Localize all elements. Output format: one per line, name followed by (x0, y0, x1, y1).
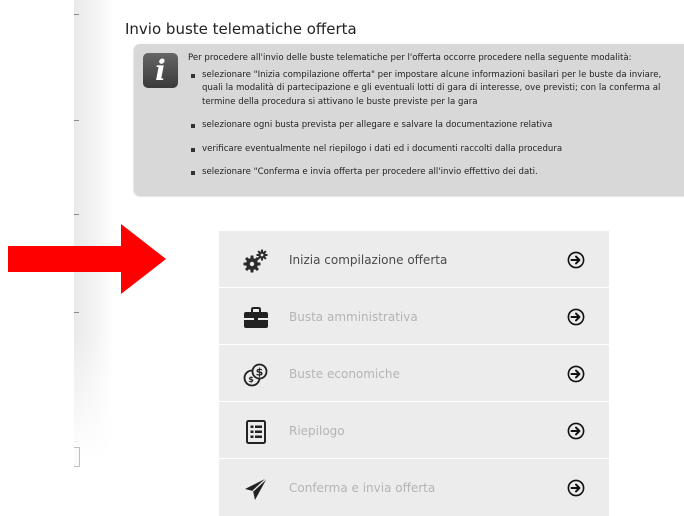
offer-steps-menu: Inizia compilazione offerta Busta ammini… (219, 231, 609, 516)
step-text: selezionare "Conferma e invia offerta pe… (202, 167, 538, 177)
rail-scroll-handle[interactable] (74, 447, 80, 467)
paper-plane-icon (245, 477, 268, 500)
step-text: termine della procedura si attivano le b… (202, 96, 478, 107)
menu-item-inizia-compilazione[interactable]: Inizia compilazione offerta (219, 231, 609, 288)
rail-tick (74, 120, 79, 121)
arrow-right-circle-icon[interactable] (567, 251, 585, 269)
menu-item-riepilogo[interactable]: Riepilogo (219, 402, 609, 459)
menu-item-busta-amministrativa[interactable]: Busta amministrativa (219, 288, 609, 345)
rail-tick (74, 14, 79, 15)
rail-fade (74, 330, 114, 516)
info-icon: i (143, 53, 178, 88)
arrow-right-circle-icon[interactable] (567, 422, 585, 440)
menu-item-label: Inizia compilazione offerta (289, 253, 448, 267)
instructions-text: Per procedere all'invio delle buste tele… (188, 52, 684, 190)
gears-icon (243, 249, 268, 273)
rail-tick (74, 214, 79, 215)
svg-text:$: $ (248, 375, 254, 384)
coins-icon: $ $ (243, 363, 268, 387)
instructions-intro: Per procedere all'invio delle buste tele… (188, 53, 632, 63)
step-text: verificare eventualmente nel riepilogo i… (202, 143, 563, 154)
menu-item-label: Buste economiche (289, 367, 400, 381)
instructions-box: i Per procedere all'invio delle buste te… (134, 44, 684, 195)
briefcase-icon (244, 307, 268, 328)
svg-text:$: $ (256, 366, 264, 379)
instruction-step: verificare eventualmente nel riepilogo i… (188, 143, 684, 157)
instruction-step: selezionare "Conferma e invia offerta pe… (188, 166, 684, 180)
instruction-step: selezionare ogni busta prevista per alle… (188, 119, 684, 133)
menu-item-label: Busta amministrativa (289, 310, 418, 324)
menu-item-label: Conferma e invia offerta (289, 481, 436, 495)
menu-item-label: Riepilogo (289, 424, 345, 438)
step-text: selezionare "Inizia compilazione offerta… (202, 69, 662, 80)
list-document-icon (246, 420, 266, 444)
step-text: quali la modalità di partecipazione e gl… (202, 83, 661, 93)
step-text: selezionare ogni busta prevista per alle… (202, 120, 553, 130)
page-title: Invio buste telematiche offerta (125, 20, 357, 38)
red-pointer-arrow-icon (8, 224, 166, 294)
arrow-right-circle-icon[interactable] (567, 479, 585, 497)
menu-item-conferma-invia[interactable]: Conferma e invia offerta (219, 459, 609, 516)
arrow-right-circle-icon[interactable] (567, 365, 585, 383)
menu-item-buste-economiche[interactable]: $ $ Buste economiche (219, 345, 609, 402)
rail-tick (74, 312, 79, 313)
arrow-right-circle-icon[interactable] (567, 308, 585, 326)
instruction-step: selezionare "Inizia compilazione offerta… (188, 69, 684, 110)
instructions-steps: selezionare "Inizia compilazione offerta… (188, 69, 684, 180)
